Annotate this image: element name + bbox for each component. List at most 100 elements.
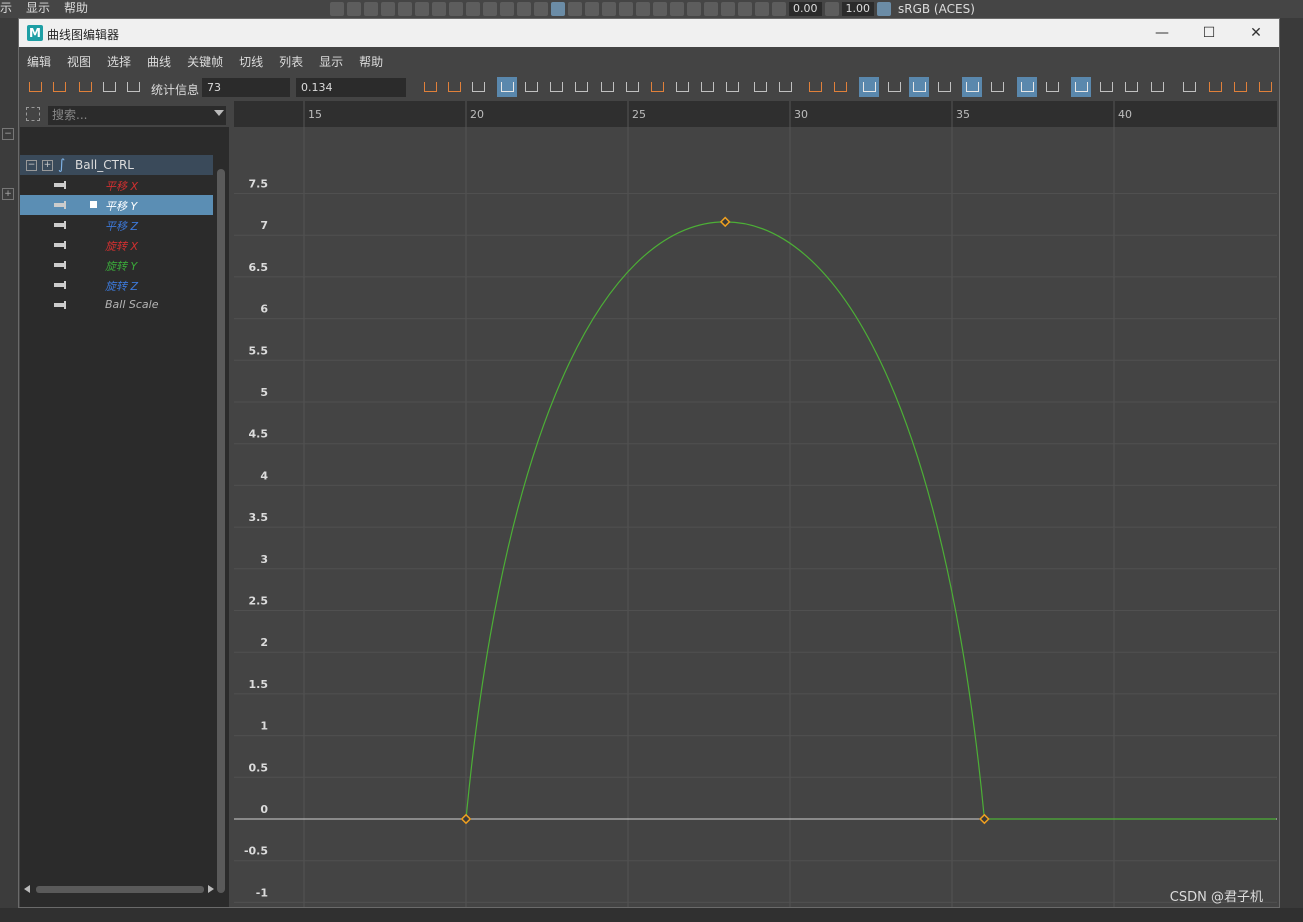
retime-icon[interactable] [123, 77, 143, 97]
lattice-deform-icon[interactable] [75, 77, 95, 97]
field-chart-icon[interactable] [483, 2, 497, 16]
step-next-tangent-icon[interactable] [672, 77, 692, 97]
unify-tangents-icon[interactable] [830, 77, 850, 97]
dope-sheet-icon[interactable] [1205, 77, 1225, 97]
scroll-thumb[interactable] [36, 886, 204, 893]
gamma-icon[interactable] [824, 2, 839, 16]
auto-tangent-icon[interactable] [497, 77, 517, 97]
gamma-field[interactable]: 1.00 [841, 2, 874, 16]
camera-icon[interactable] [347, 2, 361, 16]
frame-playback-icon[interactable] [468, 77, 488, 97]
maximize-button[interactable]: ☐ [1186, 19, 1232, 47]
outliner-node-ball-ctrl[interactable]: − + ∫ Ball_CTRL [20, 155, 213, 175]
collapse-icon[interactable]: − [26, 160, 37, 171]
channel-item[interactable]: Ball Scale [20, 295, 213, 315]
free-tangent-weight-icon[interactable] [859, 77, 879, 97]
menu-edit[interactable]: 编辑 [19, 53, 59, 70]
isolate-icon[interactable] [721, 2, 735, 16]
main-menu-item[interactable]: 示 [0, 0, 12, 18]
auto-load-icon[interactable] [909, 77, 929, 97]
load-selection-icon[interactable] [934, 77, 954, 97]
menu-list[interactable]: 列表 [271, 53, 311, 70]
main-menu-item[interactable]: 帮助 [64, 0, 88, 18]
lock-tangent-weight-icon[interactable] [884, 77, 904, 97]
smooth-shaded-icon[interactable] [585, 2, 599, 16]
safe-action-icon[interactable] [500, 2, 514, 16]
textured-icon[interactable] [602, 2, 616, 16]
pin-icon[interactable] [1147, 77, 1167, 97]
channel-item[interactable]: 平移 Z [20, 215, 213, 235]
anti-alias-icon[interactable] [687, 2, 701, 16]
curve-graph[interactable]: 15 20 25 30 35 40 7.5 7 6.5 6 5.5 5 4.5 4 3.5 3 2.5 2 1.5 1… [234, 101, 1277, 907]
denormalize-icon[interactable] [1121, 77, 1141, 97]
plateau-tangent-icon[interactable] [647, 77, 667, 97]
select-icon[interactable] [704, 2, 718, 16]
motion-blur-icon[interactable] [670, 2, 684, 16]
resolution-gate-icon[interactable] [449, 2, 463, 16]
spline-tangent-icon[interactable] [521, 77, 541, 97]
flat-tangent-icon[interactable] [597, 77, 617, 97]
trax-editor-icon[interactable] [1230, 77, 1250, 97]
expand-icon[interactable]: + [42, 160, 53, 171]
text-icon[interactable] [517, 2, 531, 16]
ambient-occlusion-icon[interactable] [653, 2, 667, 16]
clamped-tangent-icon[interactable] [546, 77, 566, 97]
wireframe-icon[interactable] [534, 2, 548, 16]
scroll-thumb[interactable] [217, 169, 225, 893]
wireframe-on-shaded-icon[interactable] [568, 2, 582, 16]
insert-key-icon[interactable] [49, 77, 69, 97]
curve-display-icon[interactable] [1017, 77, 1037, 97]
close-button[interactable]: ✕ [1233, 19, 1279, 47]
pencil-icon[interactable] [398, 2, 412, 16]
exposure-icon[interactable] [772, 2, 786, 16]
exposure-field[interactable]: 0.00 [789, 2, 822, 16]
menu-curves[interactable]: 曲线 [139, 53, 179, 70]
lights-icon[interactable] [619, 2, 633, 16]
graph-background[interactable] [234, 101, 1277, 907]
camera-icon[interactable] [330, 2, 344, 16]
swap-buffer-icon[interactable] [775, 77, 795, 97]
color-management-icon[interactable] [877, 2, 891, 16]
step-tangent-icon[interactable] [622, 77, 642, 97]
bookmark-icon[interactable] [364, 2, 378, 16]
value-field[interactable]: 0.134 [296, 78, 406, 97]
frame-field[interactable]: 73 [202, 78, 290, 97]
expand-icon[interactable]: + [2, 188, 14, 200]
xray-icon[interactable] [738, 2, 752, 16]
xray-joints-icon[interactable] [755, 2, 769, 16]
menu-view[interactable]: 视图 [59, 53, 99, 70]
buffer-curve-icon[interactable] [750, 77, 770, 97]
absolute-view-icon[interactable] [1071, 77, 1091, 97]
time-editor-icon[interactable] [1255, 77, 1275, 97]
channel-item[interactable]: 旋转 Z [20, 275, 213, 295]
shadows-icon[interactable] [636, 2, 650, 16]
film-gate-icon[interactable] [432, 2, 446, 16]
normalize-icon[interactable] [1096, 77, 1116, 97]
menu-keys[interactable]: 关键帧 [179, 53, 231, 70]
time-snap-icon[interactable] [962, 77, 982, 97]
grid-icon[interactable] [415, 2, 429, 16]
shaded-icon[interactable] [551, 2, 565, 16]
channel-item-selected[interactable]: 平移 Y [20, 195, 213, 215]
window-titlebar[interactable]: M 曲线图编辑器 — ☐ ✕ [19, 19, 1279, 47]
channel-item[interactable]: 旋转 Y [20, 255, 213, 275]
region-select-icon[interactable] [99, 77, 119, 97]
gate-mask-icon[interactable] [466, 2, 480, 16]
fixed-tangent-icon[interactable] [697, 77, 717, 97]
move-key-icon[interactable] [25, 77, 45, 97]
menu-select[interactable]: 选择 [99, 53, 139, 70]
search-input[interactable]: 搜索... [48, 106, 226, 125]
minimize-button[interactable]: — [1139, 19, 1185, 47]
channel-item[interactable]: 平移 X [20, 175, 213, 195]
value-snap-icon[interactable] [987, 77, 1007, 97]
pen-icon[interactable] [381, 2, 395, 16]
scroll-right-icon[interactable] [208, 885, 214, 893]
outliner-vertical-scrollbar[interactable] [216, 169, 226, 893]
frame-selection-icon[interactable] [444, 77, 464, 97]
filter-icon[interactable] [26, 107, 40, 121]
linear-tangent-icon[interactable] [571, 77, 591, 97]
menu-help[interactable]: 帮助 [351, 53, 391, 70]
expand-icon[interactable]: − [2, 128, 14, 140]
menu-show[interactable]: 显示 [311, 53, 351, 70]
stacked-curves-icon[interactable] [1042, 77, 1062, 97]
